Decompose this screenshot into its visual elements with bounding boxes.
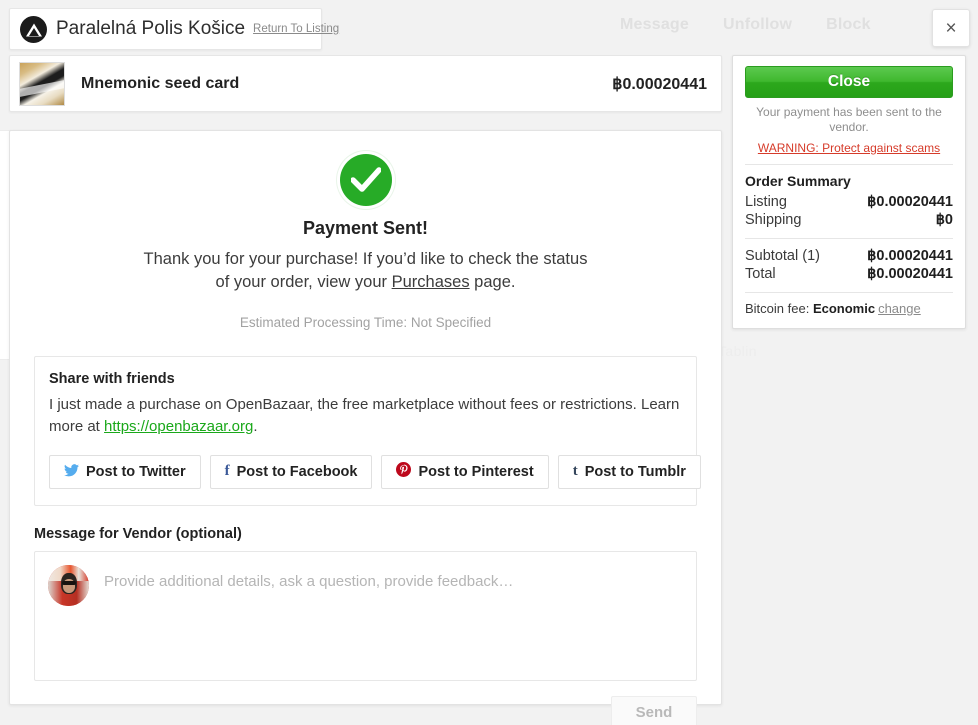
message-for-vendor-label: Message for Vendor (optional): [34, 526, 697, 542]
send-row: Send: [34, 696, 697, 725]
message-input-box[interactable]: Provide additional details, ask a questi…: [34, 551, 697, 681]
post-to-twitter-label: Post to Twitter: [86, 464, 186, 480]
bitcoin-fee-row: Bitcoin fee: Economicchange: [745, 301, 953, 316]
post-to-pinterest-label: Post to Pinterest: [418, 464, 533, 480]
background-ghost-text: Tablin: [718, 343, 757, 359]
post-to-twitter-button[interactable]: Post to Twitter: [49, 455, 201, 489]
summary-row-shipping: Shipping ฿0: [745, 211, 953, 229]
twitter-icon: [64, 464, 79, 479]
summary-row-listing: Listing ฿0.00020441: [745, 193, 953, 211]
check-circle-icon: [340, 154, 392, 206]
share-message-text: I just made a purchase on OpenBazaar, th…: [49, 394, 682, 439]
body-line2-post: page.: [470, 273, 516, 291]
purchases-link[interactable]: Purchases: [392, 273, 470, 291]
facebook-icon: f: [225, 464, 230, 479]
bitcoin-fee-label: Bitcoin fee:: [745, 301, 809, 316]
payment-sent-note: Your payment has been sent to the vendor…: [745, 105, 953, 135]
avatar: [48, 565, 89, 606]
send-button[interactable]: Send: [611, 696, 697, 725]
change-fee-link[interactable]: change: [878, 301, 921, 316]
share-text-post: .: [253, 418, 257, 435]
listing-thumbnail-icon: [19, 62, 65, 106]
summary-row-total: Total ฿0.00020441: [745, 265, 953, 283]
summary-shipping-label: Shipping: [745, 212, 801, 228]
listing-title: Mnemonic seed card: [81, 75, 612, 93]
payment-confirmation-panel: Payment Sent! Thank you for your purchas…: [9, 130, 722, 705]
order-summary-panel: Close Your payment has been sent to the …: [732, 55, 966, 329]
summary-divider-top: [745, 164, 953, 165]
background-store-nav: Message Unfollow Block: [620, 16, 920, 34]
store-header: Paralelná Polis Košice Return To Listing: [9, 8, 322, 50]
success-icon-wrapper: [34, 131, 697, 206]
bitcoin-fee-value: Economic: [813, 301, 875, 316]
page-title: Paralelná Polis Košice: [56, 18, 245, 40]
summary-total-value: ฿0.00020441: [867, 266, 953, 282]
pinterest-icon: [396, 462, 411, 481]
summary-divider-middle: [745, 238, 953, 239]
summary-listing-label: Listing: [745, 194, 787, 210]
summary-subtotal-value: ฿0.00020441: [867, 248, 953, 264]
summary-divider-bottom: [745, 292, 953, 293]
payment-sent-body: Thank you for your purchase! If you’d li…: [34, 248, 697, 295]
payment-sent-title: Payment Sent!: [34, 218, 697, 239]
return-to-listing-link[interactable]: Return To Listing: [253, 23, 339, 35]
bg-nav-message: Message: [620, 16, 689, 34]
order-summary-heading: Order Summary: [745, 173, 953, 189]
message-input-placeholder: Provide additional details, ask a questi…: [104, 573, 513, 667]
post-to-tumblr-button[interactable]: t Post to Tumblr: [558, 455, 701, 489]
close-button[interactable]: Close: [745, 66, 953, 98]
scam-warning-link[interactable]: WARNING: Protect against scams: [745, 141, 953, 155]
tumblr-icon: t: [573, 464, 578, 479]
summary-total-label: Total: [745, 266, 776, 282]
close-icon[interactable]: ×: [932, 9, 970, 47]
post-to-facebook-label: Post to Facebook: [237, 464, 358, 480]
summary-listing-value: ฿0.00020441: [867, 194, 953, 210]
post-to-facebook-button[interactable]: f Post to Facebook: [210, 455, 373, 489]
listing-price: ฿0.00020441: [612, 74, 707, 94]
payment-sent-body-line2: of your order, view your Purchases page.: [34, 271, 697, 294]
share-title: Share with friends: [49, 371, 682, 387]
summary-row-subtotal: Subtotal (1) ฿0.00020441: [745, 247, 953, 265]
bg-nav-unfollow: Unfollow: [723, 16, 792, 34]
payment-sent-body-line1: Thank you for your purchase! If you’d li…: [34, 248, 697, 271]
post-to-pinterest-button[interactable]: Post to Pinterest: [381, 455, 548, 489]
bg-nav-block: Block: [826, 16, 871, 34]
summary-shipping-value: ฿0: [936, 212, 953, 228]
listing-row[interactable]: Mnemonic seed card ฿0.00020441: [9, 55, 722, 112]
estimated-processing-time: Estimated Processing Time: Not Specified: [34, 315, 697, 330]
openbazaar-url-link[interactable]: https://openbazaar.org: [104, 418, 253, 435]
summary-subtotal-label: Subtotal (1): [745, 248, 820, 264]
openbazaar-logo-icon: [20, 16, 47, 43]
post-to-tumblr-label: Post to Tumblr: [585, 464, 686, 480]
share-buttons: Post to Twitter f Post to Facebook Post …: [49, 455, 682, 489]
body-line2-pre: of your order, view your: [216, 273, 392, 291]
share-with-friends-box: Share with friends I just made a purchas…: [34, 356, 697, 506]
